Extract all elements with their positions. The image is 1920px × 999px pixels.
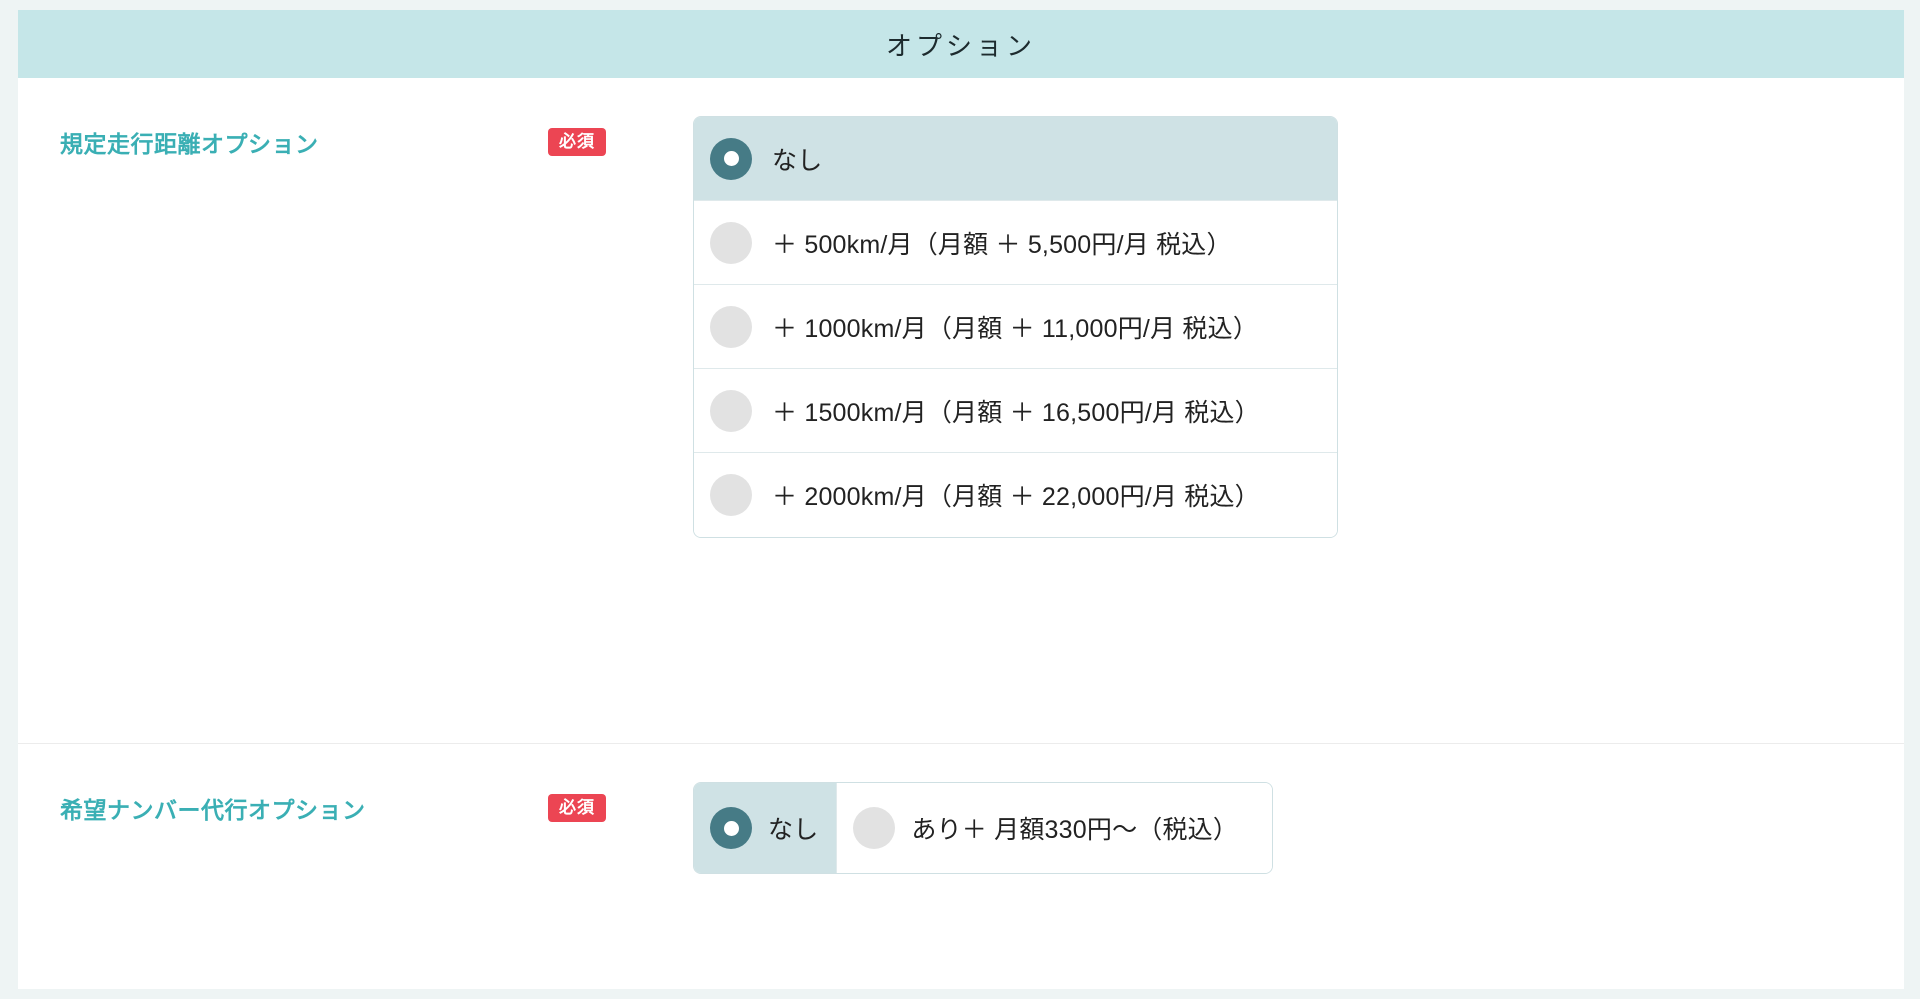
option-group-label: 規定走行距離オプション <box>60 131 319 157</box>
option-label-cell: 希望ナンバー代行オプション <box>18 780 548 836</box>
option-group-label: 希望ナンバー代行オプション <box>60 797 366 823</box>
radio-option-mileage-1[interactable]: ＋ 500km/月（月額 ＋ 5,500円/月 税込） <box>694 201 1337 285</box>
radio-unselected-icon <box>853 807 896 849</box>
radio-option-label: ＋ 1500km/月（月額 ＋ 16,500円/月 税込） <box>772 398 1260 427</box>
required-badge: 必須 <box>548 128 606 156</box>
radio-selected-icon <box>710 137 752 180</box>
radio-option-mileage-3[interactable]: ＋ 1500km/月（月額 ＋ 16,500円/月 税込） <box>694 369 1337 453</box>
radio-option-label: ＋ 1000km/月（月額 ＋ 11,000円/月 税込） <box>772 314 1259 343</box>
radio-option-label: なし <box>772 146 823 175</box>
option-choices-cell: なし ＋ 500km/月（月額 ＋ 5,500円/月 税込） ＋ 1000km/… <box>693 114 1904 538</box>
required-badge: 必須 <box>548 794 606 822</box>
option-group-mileage: 規定走行距離オプション 必須 なし ＋ 500km/月（月額 ＋ 5,500円/… <box>18 78 1904 743</box>
section-title: オプション <box>885 30 1036 61</box>
radio-option-number-plate-0[interactable]: なし <box>694 783 838 873</box>
radio-option-mileage-2[interactable]: ＋ 1000km/月（月額 ＋ 11,000円/月 税込） <box>694 285 1337 369</box>
radio-selected-icon <box>710 807 752 849</box>
radio-group-number-plate: なし あり＋ 月額330円〜（税込） <box>693 782 1273 874</box>
radio-unselected-icon <box>710 389 752 432</box>
radio-unselected-icon <box>710 305 752 348</box>
radio-option-label: なし <box>768 816 819 844</box>
radio-option-number-plate-1[interactable]: あり＋ 月額330円〜（税込） <box>837 783 1272 873</box>
radio-option-label: ＋ 2000km/月（月額 ＋ 22,000円/月 税込） <box>772 483 1260 511</box>
option-choices-cell: なし あり＋ 月額330円〜（税込） <box>693 780 1904 874</box>
section-header: オプション <box>18 10 1904 78</box>
radio-unselected-icon <box>710 221 752 264</box>
radio-option-label: ＋ 500km/月（月額 ＋ 5,500円/月 税込） <box>772 230 1232 259</box>
required-badge-cell: 必須 <box>548 780 693 836</box>
option-group-number-plate: 希望ナンバー代行オプション 必須 なし あり＋ 月額330円〜（税込） <box>18 743 1904 989</box>
radio-list-mileage: なし ＋ 500km/月（月額 ＋ 5,500円/月 税込） ＋ 1000km/… <box>693 116 1338 538</box>
option-label-cell: 規定走行距離オプション <box>18 114 548 170</box>
radio-option-mileage-0[interactable]: なし <box>694 117 1337 201</box>
required-badge-cell: 必須 <box>548 114 693 170</box>
radio-unselected-icon <box>710 474 752 516</box>
radio-option-mileage-4[interactable]: ＋ 2000km/月（月額 ＋ 22,000円/月 税込） <box>694 453 1337 537</box>
options-card: オプション 規定走行距離オプション 必須 なし ＋ 500km/月（月額 ＋ 5… <box>18 10 1904 989</box>
options-page: オプション 規定走行距離オプション 必須 なし ＋ 500km/月（月額 ＋ 5… <box>0 0 1920 999</box>
radio-option-label: あり＋ 月額330円〜（税込） <box>911 816 1239 844</box>
